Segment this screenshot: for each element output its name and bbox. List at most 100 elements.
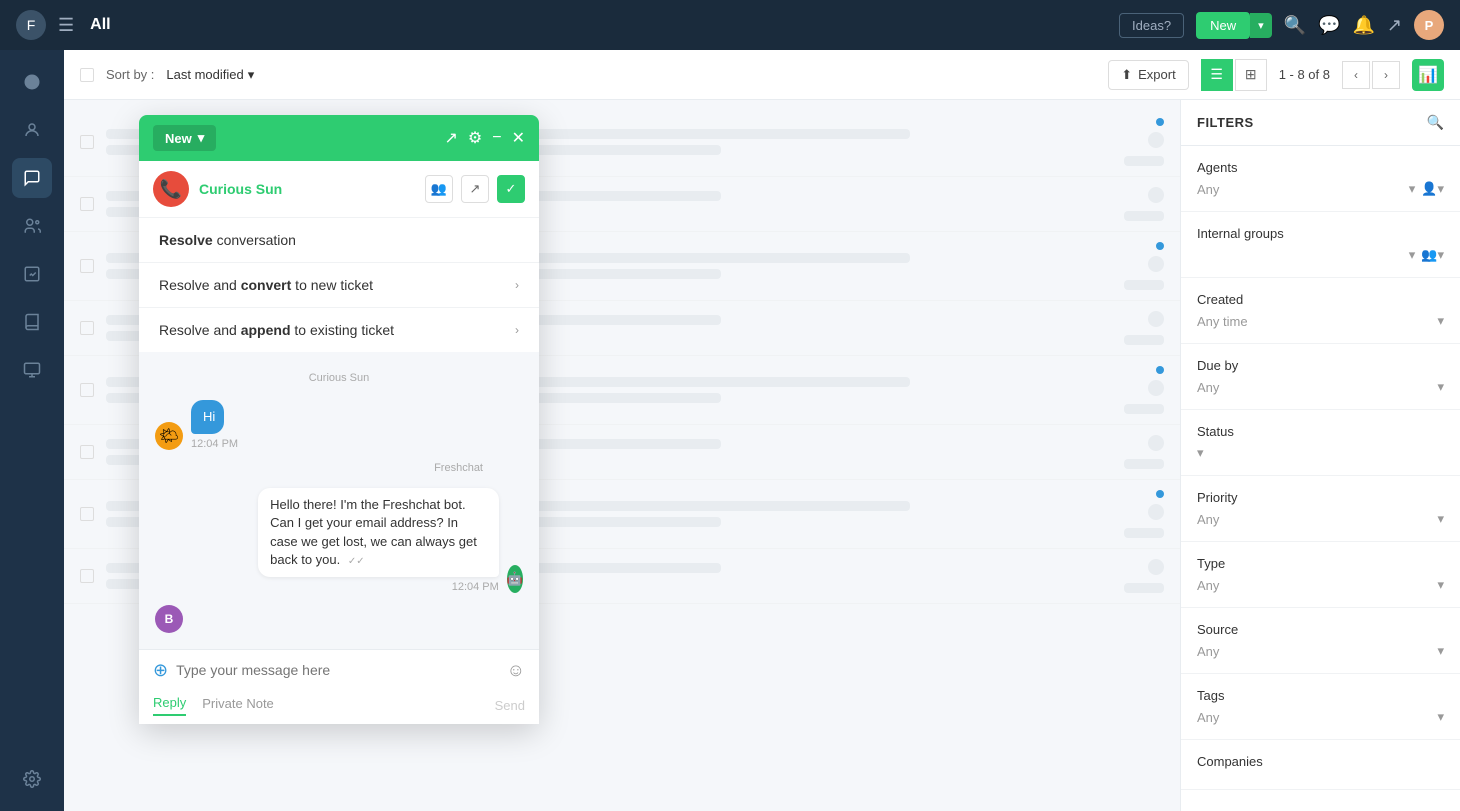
content-body: New ▾ ↗ ⚙ − ✕ 📞 bbox=[64, 100, 1460, 811]
message-time: 12:04 PM bbox=[452, 581, 499, 593]
prev-page-button[interactable]: ‹ bbox=[1342, 61, 1370, 89]
filters-panel: FILTERS 🔍 Agents Any ▾ 👤▾ bbox=[1180, 100, 1460, 811]
emoji-icon[interactable]: ☺ bbox=[507, 660, 525, 681]
source-label: Source bbox=[1197, 622, 1444, 637]
add-attachment-icon[interactable]: ⊕ bbox=[153, 660, 168, 681]
toolbar-right: ⬆ Export ☰ ⊞ 1 - 8 of 8 ‹ › 📊 bbox=[1108, 59, 1444, 91]
sort-value[interactable]: Last modified ▾ bbox=[166, 67, 254, 83]
tags-value[interactable]: Any ▾ bbox=[1197, 709, 1444, 725]
page-info: 1 - 8 of 8 bbox=[1279, 67, 1330, 82]
top-nav-right: Ideas? New ▾ 🔍 💬 🔔 ↗ P bbox=[1119, 10, 1444, 40]
resolve-check-button[interactable]: ✓ bbox=[497, 175, 525, 203]
hamburger-icon[interactable]: ☰ bbox=[58, 15, 74, 36]
message-row: B bbox=[155, 605, 523, 633]
filter-status: Status ▾ bbox=[1181, 410, 1460, 476]
message-row: 🤖 Hello there! I'm the Freshchat bot. Ca… bbox=[155, 488, 523, 593]
settings-icon[interactable]: ⚙ bbox=[468, 128, 482, 148]
chat-header: New ▾ ↗ ⚙ − ✕ bbox=[139, 115, 539, 161]
new-dropdown-button[interactable]: ▾ bbox=[1250, 13, 1272, 38]
conversations-list[interactable]: New ▾ ↗ ⚙ − ✕ 📞 bbox=[64, 100, 1180, 811]
app-logo: F bbox=[16, 10, 46, 40]
page-nav: ‹ › bbox=[1342, 61, 1400, 89]
bot-avatar: 🤖 bbox=[507, 565, 523, 593]
chat-popup: New ▾ ↗ ⚙ − ✕ 📞 bbox=[139, 115, 539, 724]
filter-internal-groups: Internal groups ▾ 👥▾ bbox=[1181, 212, 1460, 278]
select-all-checkbox[interactable] bbox=[80, 68, 94, 82]
companies-label: Companies bbox=[1197, 754, 1444, 769]
resolve-conversation-option[interactable]: Resolve conversation bbox=[139, 218, 539, 263]
search-icon[interactable]: 🔍 bbox=[1284, 15, 1306, 36]
resolve-append-option[interactable]: Resolve and append to existing ticket › bbox=[139, 308, 539, 352]
private-note-tab[interactable]: Private Note bbox=[202, 696, 274, 715]
list-view-button[interactable]: ☰ bbox=[1201, 59, 1233, 91]
assign-button[interactable]: 👥 bbox=[425, 175, 453, 203]
next-page-button[interactable]: › bbox=[1372, 61, 1400, 89]
source-value[interactable]: Any ▾ bbox=[1197, 643, 1444, 659]
chat-header-icons: ↗ ⚙ − ✕ bbox=[445, 128, 526, 148]
avatar[interactable]: P bbox=[1414, 10, 1444, 40]
external-link-icon[interactable]: ↗ bbox=[445, 128, 458, 148]
page-title: All bbox=[90, 16, 1107, 34]
minimize-icon[interactable]: − bbox=[492, 129, 501, 147]
tags-label: Tags bbox=[1197, 688, 1444, 703]
message-bubble: Hello there! I'm the Freshchat bot. Can … bbox=[258, 488, 499, 577]
external-link-icon[interactable]: ↗ bbox=[1387, 15, 1402, 36]
resolve-convert-option[interactable]: Resolve and convert to new ticket › bbox=[139, 263, 539, 308]
filters-title: FILTERS bbox=[1197, 115, 1254, 130]
filter-created: Created Any time ▾ bbox=[1181, 278, 1460, 344]
agents-label: Agents bbox=[1197, 160, 1444, 175]
filter-search-icon[interactable]: 🔍 bbox=[1427, 114, 1444, 131]
message-time: 12:04 PM bbox=[191, 438, 238, 450]
contact-bar: 📞 Curious Sun 👥 ↗ ✓ bbox=[139, 161, 539, 218]
priority-value[interactable]: Any ▾ bbox=[1197, 511, 1444, 527]
agents-value[interactable]: Any ▾ 👤▾ bbox=[1197, 181, 1444, 197]
chevron-right-icon: › bbox=[515, 278, 519, 292]
top-nav: F ☰ All Ideas? New ▾ 🔍 💬 🔔 ↗ P bbox=[0, 0, 1460, 50]
close-icon[interactable]: ✕ bbox=[512, 128, 525, 148]
sidebar-item-conversations[interactable] bbox=[12, 158, 52, 198]
chat-input-row: ⊕ ☺ bbox=[139, 650, 539, 691]
send-button[interactable]: Send bbox=[495, 698, 525, 713]
export-button[interactable]: ⬆ Export bbox=[1108, 60, 1188, 90]
filter-due-by: Due by Any ▾ bbox=[1181, 344, 1460, 410]
toolbar: Sort by : Last modified ▾ ⬆ Export ☰ ⊞ bbox=[64, 50, 1460, 100]
reply-tab[interactable]: Reply bbox=[153, 695, 186, 716]
transfer-button[interactable]: ↗ bbox=[461, 175, 489, 203]
internal-groups-label: Internal groups bbox=[1197, 226, 1444, 241]
contact-phone-icon: 📞 bbox=[153, 171, 189, 207]
chat-input[interactable] bbox=[176, 662, 499, 678]
created-value[interactable]: Any time ▾ bbox=[1197, 313, 1444, 329]
due-by-label: Due by bbox=[1197, 358, 1444, 373]
new-button[interactable]: New bbox=[1196, 12, 1250, 39]
priority-label: Priority bbox=[1197, 490, 1444, 505]
freshchat-label: Freshchat bbox=[155, 462, 523, 474]
bell-icon[interactable]: 🔔 bbox=[1352, 15, 1374, 36]
sidebar-item-reports[interactable] bbox=[12, 254, 52, 294]
user-avatar: 🌤 bbox=[155, 422, 183, 450]
filter-type: Type Any ▾ bbox=[1181, 542, 1460, 608]
status-button[interactable]: New ▾ bbox=[153, 125, 216, 151]
content-area: Sort by : Last modified ▾ ⬆ Export ☰ ⊞ bbox=[64, 50, 1460, 811]
status-label: Status bbox=[1197, 424, 1444, 439]
ideas-button[interactable]: Ideas? bbox=[1119, 13, 1184, 38]
chat-input-area: ⊕ ☺ Reply Private Note Send bbox=[139, 649, 539, 724]
type-value[interactable]: Any ▾ bbox=[1197, 577, 1444, 593]
sidebar-item-settings[interactable] bbox=[12, 759, 52, 799]
grid-view-button[interactable]: ⊞ bbox=[1235, 59, 1267, 91]
chat-icon[interactable]: 💬 bbox=[1318, 15, 1340, 36]
sidebar-item-analytics[interactable] bbox=[12, 350, 52, 390]
internal-groups-value[interactable]: ▾ 👥▾ bbox=[1197, 247, 1444, 263]
sender-label: Curious Sun bbox=[155, 372, 523, 384]
sidebar-item-people[interactable] bbox=[12, 206, 52, 246]
report-button[interactable]: 📊 bbox=[1412, 59, 1444, 91]
message-row: 🌤 Hi 12:04 PM bbox=[155, 400, 523, 450]
resolve-dropdown: Resolve conversation Resolve and convert… bbox=[139, 218, 539, 352]
filter-companies: Companies bbox=[1181, 740, 1460, 790]
sidebar-item-contacts[interactable] bbox=[12, 110, 52, 150]
sidebar-item-home[interactable] bbox=[12, 62, 52, 102]
filter-source: Source Any ▾ bbox=[1181, 608, 1460, 674]
due-by-value[interactable]: Any ▾ bbox=[1197, 379, 1444, 395]
status-value[interactable]: ▾ bbox=[1197, 445, 1444, 461]
message-bubble: Hi bbox=[191, 400, 224, 434]
sidebar-item-library[interactable] bbox=[12, 302, 52, 342]
